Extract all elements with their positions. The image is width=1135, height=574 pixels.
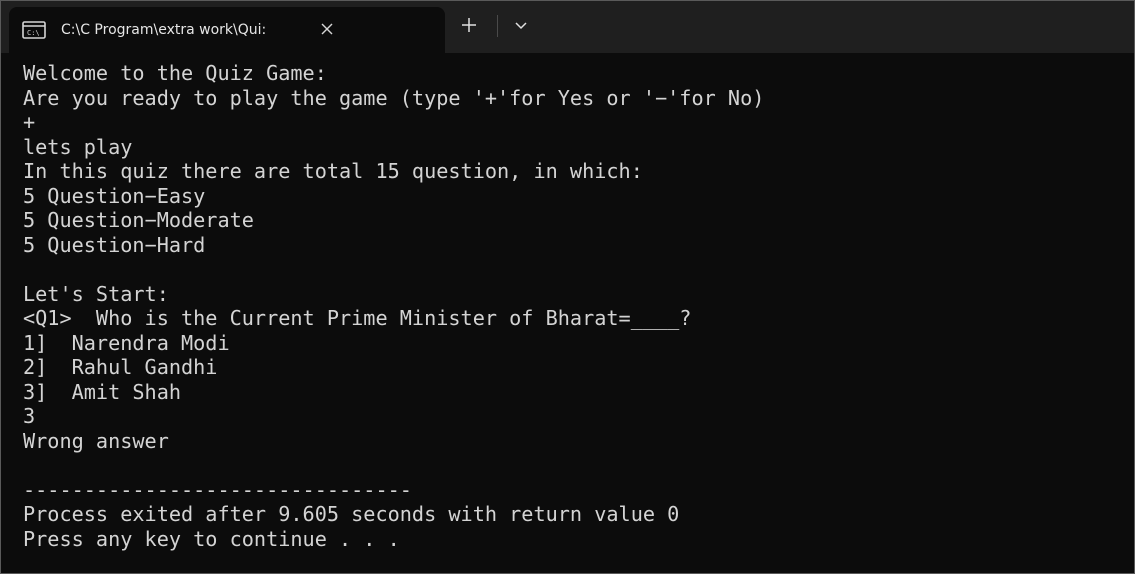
console-line: 3: [23, 404, 36, 428]
console-line: 3] Amit Shah: [23, 379, 182, 404]
tab-bar: C:\ C:\C Program\extra work\Qui:: [1, 1, 1134, 53]
console-line: Process exited after 9.605 seconds with …: [23, 502, 680, 526]
console-line: lets play: [23, 134, 133, 159]
console-line: <Q1> Who is the Current Prime Minister o…: [23, 306, 692, 330]
console-line: 1] Narendra Modi: [23, 330, 230, 355]
console-icon: C:\: [22, 21, 46, 39]
console-line: 2] Rahul Gandhi: [23, 355, 218, 379]
console-line: 5 Question−Moderate: [23, 208, 254, 232]
console-line: 5 Question−Easy: [23, 183, 206, 208]
svg-text:C:\: C:\: [27, 29, 40, 37]
console-line: +: [23, 110, 36, 134]
console-line: Welcome to the Quiz Game:: [23, 61, 327, 85]
tab-divider: [497, 15, 498, 37]
tab-console[interactable]: C:\ C:\C Program\extra work\Qui:: [9, 7, 445, 53]
chevron-down-icon[interactable]: [513, 17, 529, 33]
console-output[interactable]: Welcome to the Quiz Game: Are you ready …: [1, 53, 1134, 573]
console-line: --------------------------------: [23, 477, 412, 502]
console-line: Press any key to continue . . .: [23, 526, 400, 551]
close-icon[interactable]: [317, 19, 337, 39]
console-line: In this quiz there are total 15 question…: [23, 159, 643, 183]
console-line: Are you ready to play the game (type '+'…: [23, 85, 765, 110]
console-line: Wrong answer: [23, 428, 169, 453]
console-line: 5 Question−Hard: [23, 232, 206, 257]
console-line: Let's Start:: [23, 281, 169, 306]
tab-title: C:\C Program\extra work\Qui:: [61, 22, 267, 38]
plus-icon[interactable]: [459, 15, 479, 35]
terminal-window: C:\ C:\C Program\extra work\Qui: Welcome…: [0, 0, 1135, 574]
